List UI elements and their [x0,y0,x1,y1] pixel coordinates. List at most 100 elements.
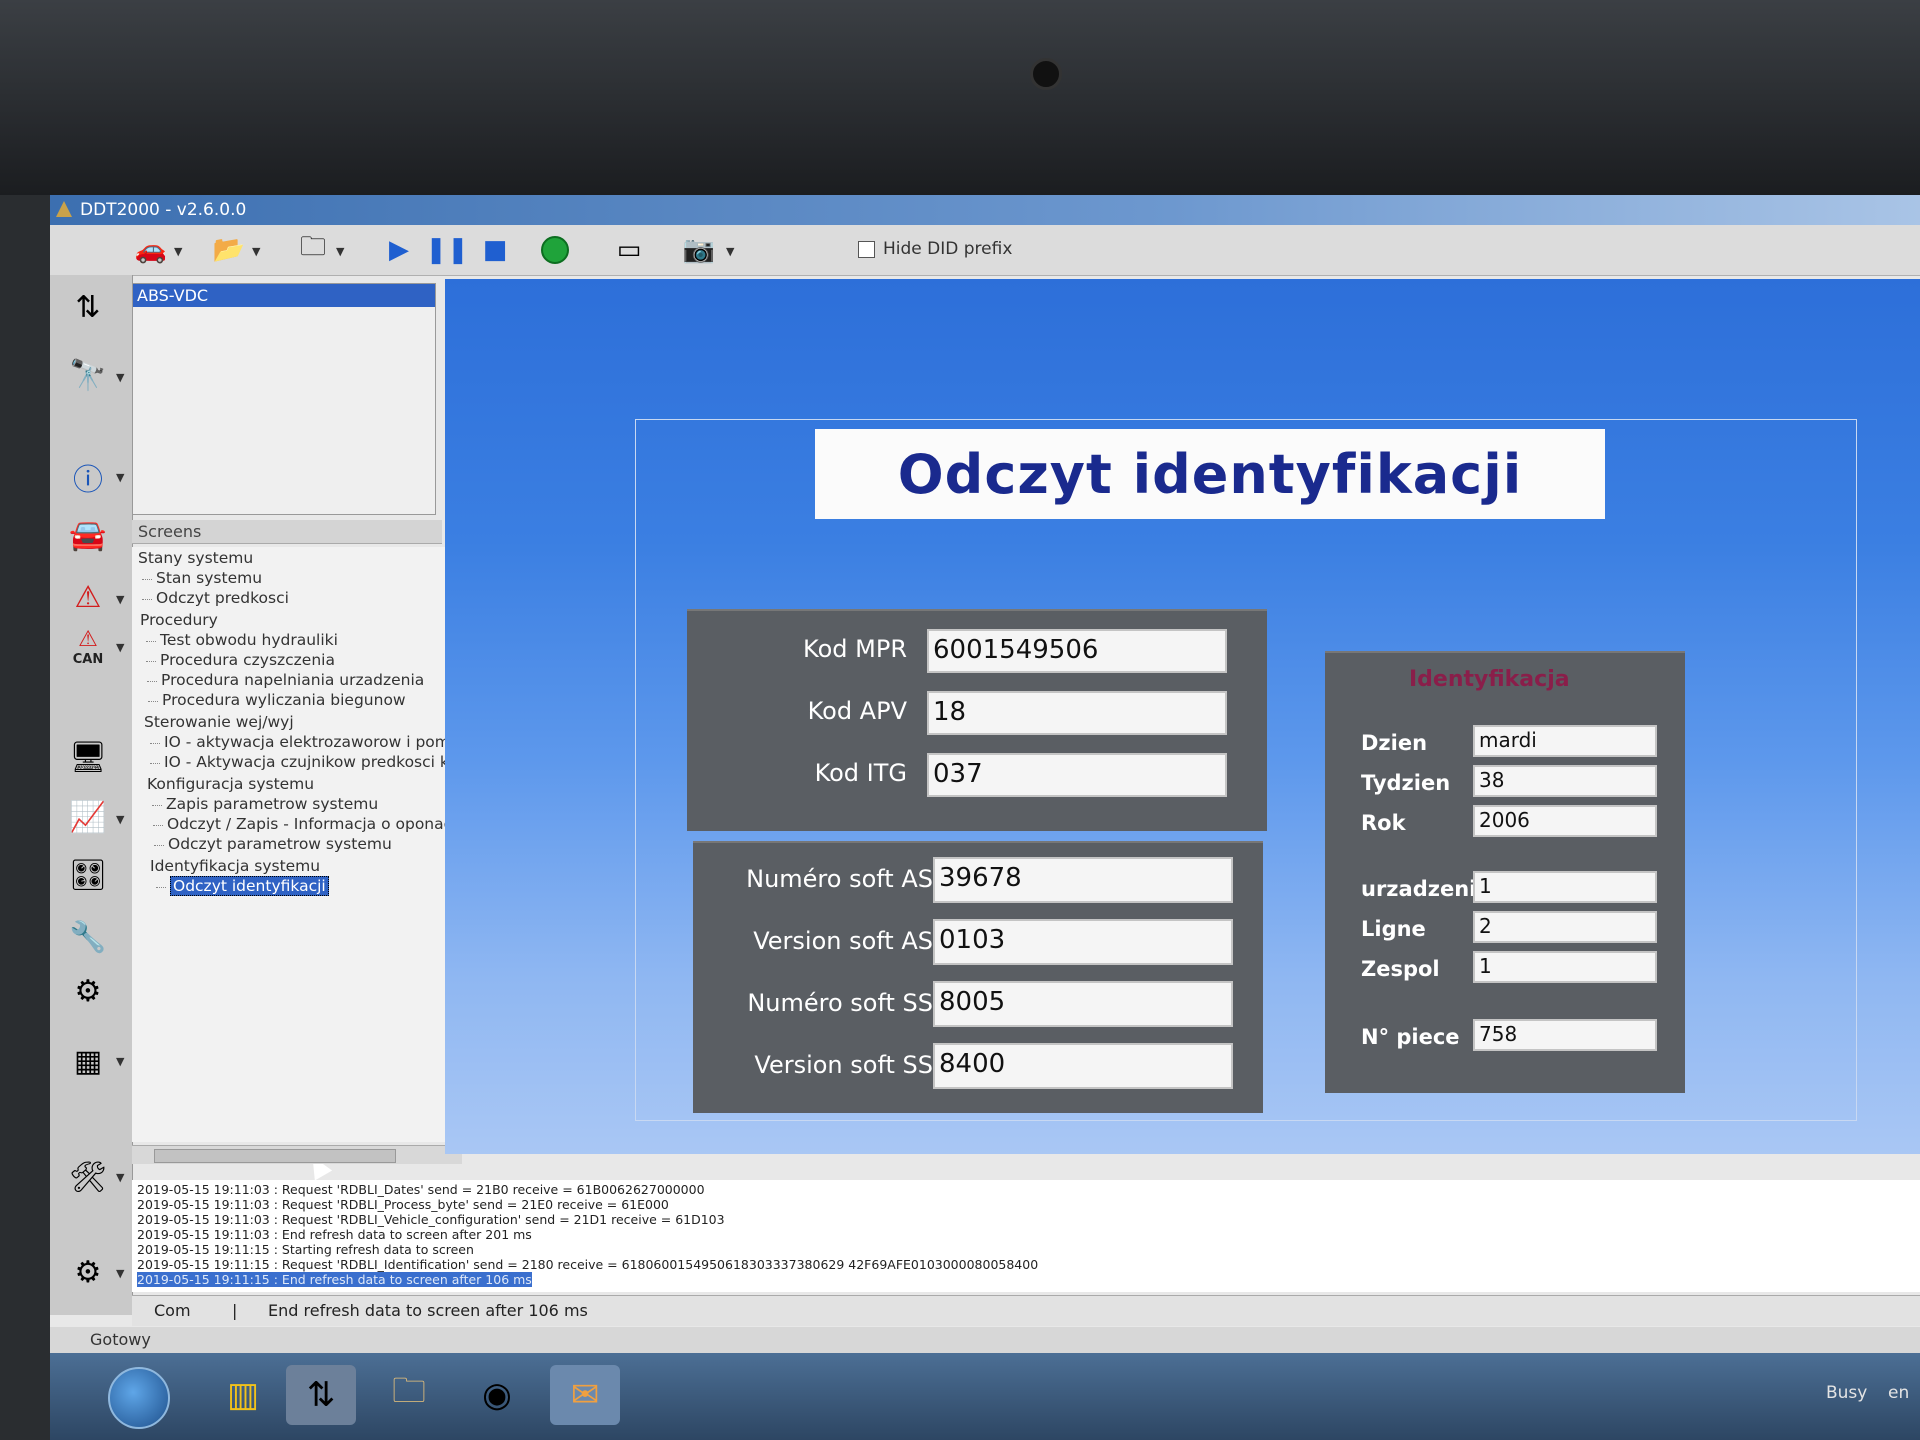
chevron-down-icon[interactable]: ▼ [116,593,124,606]
tree-item[interactable]: Odczyt / Zapis - Informacja o oponach [153,815,462,833]
tree-scrollbar[interactable] [132,1145,462,1164]
app-icon [56,201,72,217]
tydzien-field: 38 [1473,765,1657,797]
chevron-down-icon[interactable]: ▼ [116,813,124,826]
tree-item-selected-label[interactable]: Odczyt identyfikacji [170,876,329,896]
chevron-down-icon[interactable]: ▼ [116,371,124,384]
camera-icon[interactable]: 📷 [680,233,718,267]
taskbar-app-icon[interactable]: ▥ [208,1365,278,1425]
graph-icon[interactable]: 📈 [62,795,114,839]
ecu-item-selected[interactable]: ABS-VDC [133,284,435,307]
field-label: Ligne [1361,917,1426,941]
tree-item[interactable]: Zapis parametrow systemu [151,795,378,813]
log-line: 2019-05-15 19:11:03 : End refresh data t… [137,1227,532,1242]
identyfikacja-title: Identyfikacja [1409,667,1570,692]
tab-separator: | [232,1301,238,1320]
tree-group-stany[interactable]: Stany systemu [138,549,253,567]
tree-item[interactable]: Procedura czyszczenia [146,651,335,669]
play-icon[interactable]: ▶ [380,233,418,267]
window-title: DDT2000 - v2.6.0.0 [80,200,247,220]
log-line: 2019-05-15 19:11:03 : Request 'RDBLI_Dat… [137,1182,705,1197]
toolbar: 🚗 ▼ 📂 ▼ 🗀 ▼ ▶ ❚❚ ■ ▭ 📷 ▼ Hide DID prefix [50,225,1920,276]
chevron-down-icon[interactable]: ▼ [116,1055,124,1068]
tree-item[interactable]: Procedura wyliczania biegunow [148,691,406,709]
left-icon-bar: ⇅ 🔭 ▼ ⓘ ▼ 🚘 ⚠ ▼ ⚠ CAN ▼ 🖥 📈 ▼ 🎛 🔧 ⚙ ▦ ▼ 🛠… [50,275,133,1315]
identyfikacja-panel: Identyfikacja Dzien mardi Tydzien 38 Rok… [1325,651,1685,1093]
log-panel[interactable]: 2019-05-15 19:11:03 : Request 'RDBLI_Dat… [132,1180,1920,1292]
taskbar-chrome-icon[interactable]: ◉ [462,1365,532,1425]
record-icon [541,236,569,264]
status-message: End refresh data to screen after 106 ms [268,1301,588,1320]
language-indicator[interactable]: en [1888,1383,1909,1403]
numero-soft-as-field: 39678 [933,857,1233,903]
engine-icon[interactable]: ⚙ [62,969,114,1013]
chevron-down-icon[interactable]: ▼ [116,1171,124,1184]
taskbar-folder-icon[interactable]: 🗀 [374,1365,444,1425]
gear-icon[interactable]: ⚙ [62,1250,114,1294]
car-open-icon[interactable]: 🚗 [132,233,170,267]
field-label: Kod MPR [803,635,907,663]
tree-group-konfiguracja[interactable]: Konfiguracja systemu [147,775,314,793]
screens-header: Screens [132,520,442,544]
software-panel: Numéro soft AS 39678 Version soft AS 010… [693,841,1263,1113]
start-button[interactable] [108,1367,170,1429]
ecu-list[interactable]: ABS-VDC [132,283,436,515]
car-icon[interactable]: 🚘 [62,513,114,557]
tree-item[interactable]: IO - Aktywacja czujnikow predkosci kol [149,753,462,771]
hide-did-prefix-label: Hide DID prefix [883,239,1013,259]
tree-item[interactable]: Procedura napelniania urzadzenia [146,671,424,689]
chevron-down-icon[interactable]: ▼ [116,641,124,654]
info-icon[interactable]: ⓘ [62,455,114,499]
field-label: Kod ITG [814,759,907,787]
log-line: 2019-05-15 19:11:03 : Request 'RDBLI_Veh… [137,1212,725,1227]
screens-tree: Stany systemu Stan systemu Odczyt predko… [132,547,469,1142]
taskbar-ddt-icon[interactable]: ⇅ [286,1365,356,1425]
tools-icon[interactable]: 🔧 [62,915,114,959]
field-label: urzadzenie [1361,877,1491,901]
tree-item[interactable]: Test obwodu hydrauliki [146,631,338,649]
checkbox-box[interactable] [858,240,875,258]
dashboard-icon[interactable]: 🎛 [62,853,114,897]
pause-icon[interactable]: ❚❚ [425,233,469,267]
tree-item[interactable]: Stan systemu [141,569,262,587]
binoculars-icon[interactable]: 🔭 [62,353,114,397]
folder-user-icon[interactable]: 📂 [210,233,248,267]
webcam [1030,58,1062,90]
tree-item[interactable]: IO - aktywacja elektrozaworow i pompy [150,733,469,751]
stop-icon[interactable]: ■ [476,233,514,267]
tree-item[interactable]: Odczyt predkosci [142,589,289,607]
warning-icon[interactable]: ⚠ [62,575,114,619]
chip-icon[interactable]: ▦ [62,1039,114,1083]
log-line: 2019-05-15 19:11:03 : Request 'RDBLI_Pro… [137,1197,669,1212]
taskbar-mail-icon[interactable]: ✉ [550,1365,620,1425]
field-label: Rok [1361,811,1406,835]
can-warning-icon[interactable]: ⚠ CAN [62,625,114,669]
field-label: Version soft SS [754,1051,933,1079]
tree-group-sterowanie[interactable]: Sterowanie wej/wyj [144,713,294,731]
log-line-selected: 2019-05-15 19:11:15 : End refresh data t… [137,1272,532,1287]
tree-item-selected[interactable]: Odczyt identyfikacji [156,876,329,896]
kod-mpr-field: 6001549506 [927,629,1227,673]
tree-item[interactable]: Odczyt parametrow systemu [154,835,392,853]
chevron-down-icon[interactable]: ▼ [336,245,344,258]
status-bar: Gotowy [50,1327,1920,1353]
folder-icon[interactable]: 🗀 [294,232,332,267]
log-line: 2019-05-15 19:11:15 : Request 'RDBLI_Ide… [137,1257,1039,1272]
chevron-down-icon[interactable]: ▼ [174,245,182,258]
record-button[interactable] [536,233,574,267]
chevron-down-icon[interactable]: ▼ [116,1267,124,1280]
tab-com[interactable]: Com [154,1301,191,1320]
monitor-icon[interactable]: 🖥 [62,735,114,779]
arrow-up-down-icon[interactable]: ⇅ [62,285,114,329]
scrollbar-thumb[interactable] [154,1149,396,1163]
wrench-icon[interactable]: 🛠 [62,1155,114,1199]
window-icon[interactable]: ▭ [610,233,648,267]
chevron-down-icon[interactable]: ▼ [726,245,734,258]
tree-group-identyfikacja[interactable]: Identyfikacja systemu [150,857,320,875]
chevron-down-icon[interactable]: ▼ [116,471,124,484]
busy-indicator: Busy [1826,1383,1868,1403]
hide-did-prefix-checkbox[interactable]: Hide DID prefix [858,239,1012,259]
field-label: Dzien [1361,731,1428,755]
chevron-down-icon[interactable]: ▼ [252,245,260,258]
tree-group-procedury[interactable]: Procedury [140,611,218,629]
